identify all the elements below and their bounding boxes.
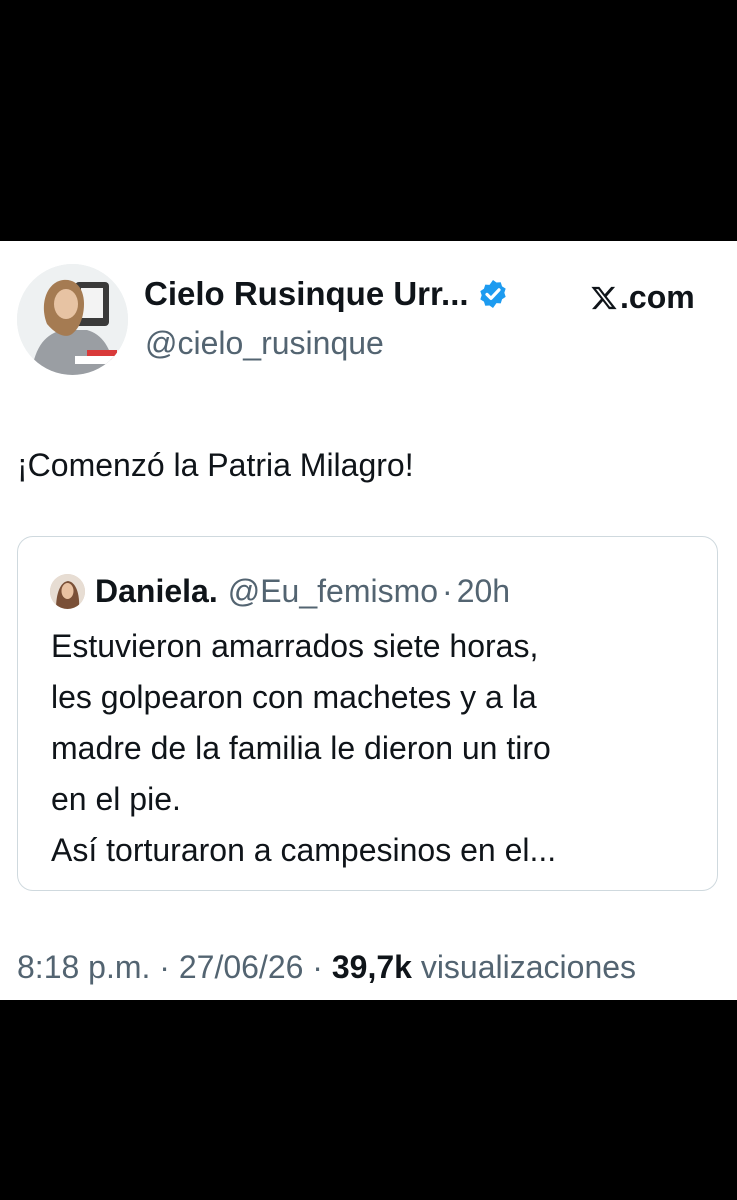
author-handle[interactable]: @cielo_rusinque [145,325,384,362]
quoted-text-line: Estuvieron amarrados siete horas, [51,628,539,664]
author-avatar[interactable] [17,264,128,375]
views-count: 39,7k [331,949,412,985]
brand-label[interactable]: .com [590,279,695,316]
meta-separator: · [159,949,170,985]
tweet-time[interactable]: 8:18 p.m. [17,949,150,985]
author-avatar-image [17,264,128,375]
quoted-text-line: en el pie. [51,781,181,817]
author-name[interactable]: Cielo Rusinque Urr... [144,275,469,313]
tweet-card: Cielo Rusinque Urr... @cielo_rusinque .c… [0,241,737,1000]
quoted-tweet-body: Estuvieron amarrados siete horas, les go… [51,621,691,876]
quoted-author-name[interactable]: Daniela. [95,573,218,610]
quoted-timestamp[interactable]: 20h [457,573,510,610]
tweet-text: ¡Comenzó la Patria Milagro! [17,447,414,483]
meta-separator: · [312,949,323,985]
quoted-avatar-image [50,574,85,609]
tweet-date[interactable]: 27/06/26 [179,949,304,985]
brand-text: .com [620,279,695,315]
quoted-author-handle[interactable]: @Eu_femismo [228,573,438,610]
quoted-tweet[interactable]: Daniela. @Eu_femismo · 20h Estuvieron am… [17,536,718,891]
author-name-row: Cielo Rusinque Urr... [144,275,509,313]
quoted-author-avatar[interactable] [50,574,85,609]
tweet-meta: 8:18 p.m. · 27/06/26 · 39,7k visualizaci… [17,949,636,986]
quoted-text-line: Así torturaron a campesinos en el... [51,832,557,868]
quoted-tweet-header: Daniela. @Eu_femismo · 20h [50,573,510,610]
verified-badge-icon [479,280,506,308]
quoted-text-line: les golpearon con machetes y a la [51,679,537,715]
quoted-text-line: madre de la familia le dieron un tiro [51,730,551,766]
views-label: visualizaciones [420,949,637,985]
x-logo-icon [591,286,617,309]
quoted-separator: · [442,573,453,609]
